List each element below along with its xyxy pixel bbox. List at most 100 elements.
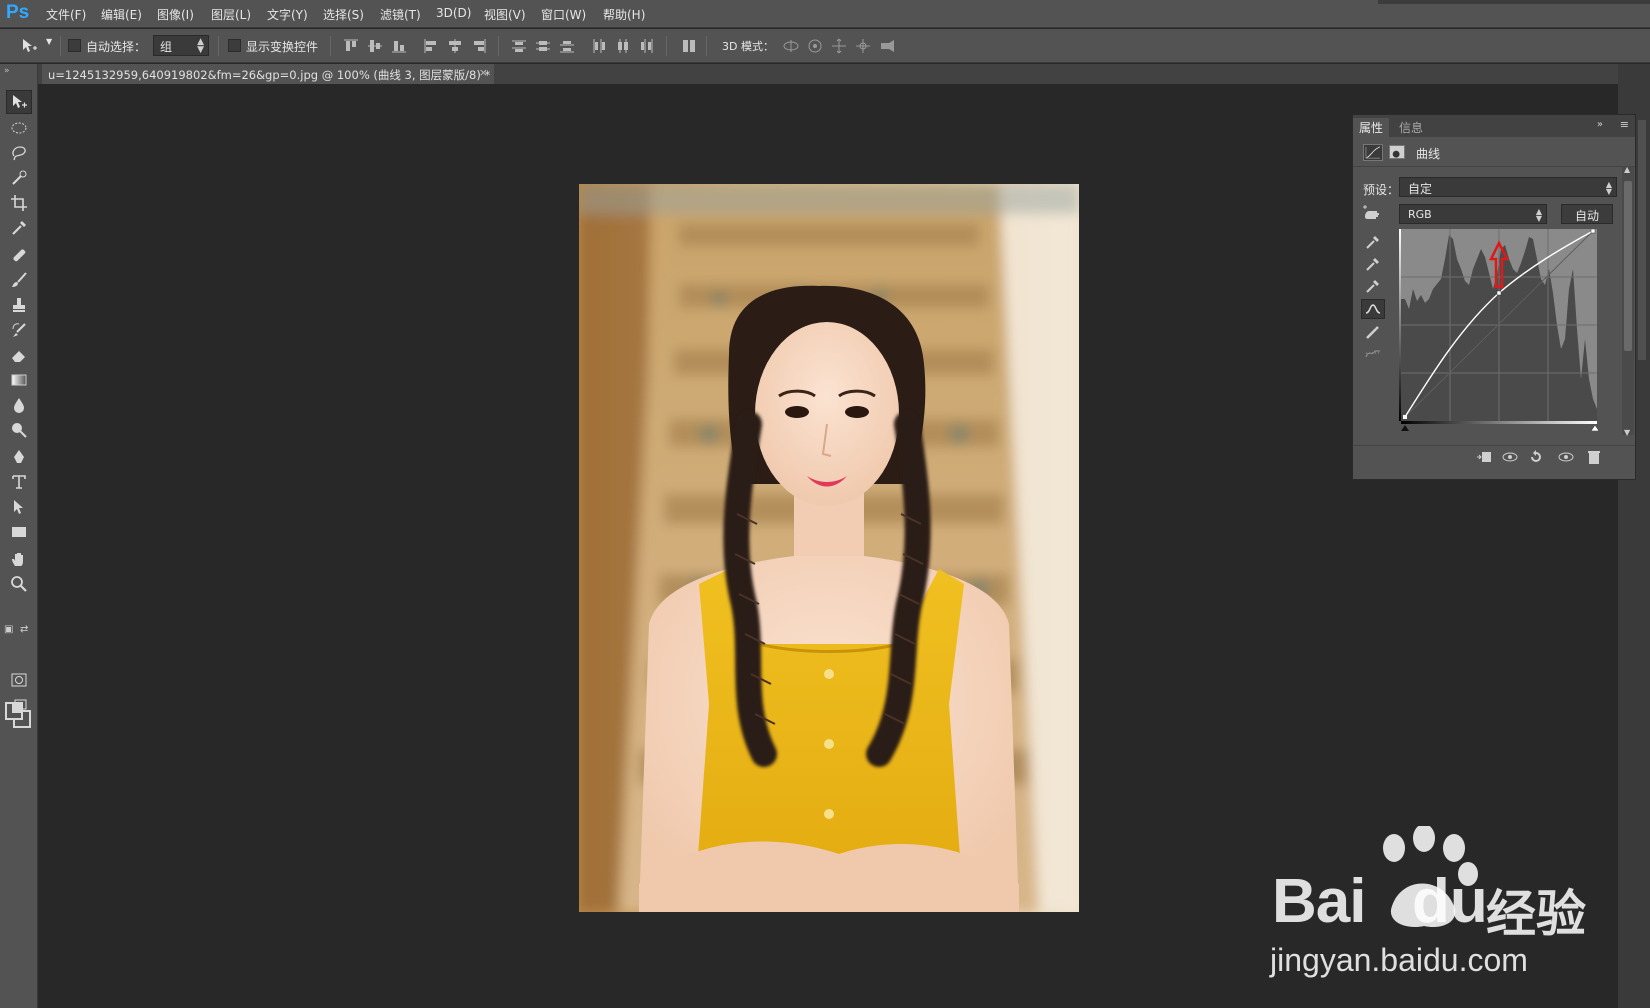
dock-scrollbar[interactable]: [1638, 120, 1646, 360]
auto-align-icon[interactable]: [680, 37, 698, 55]
white-point-eyedropper-icon[interactable]: [1361, 276, 1385, 296]
document-image[interactable]: [579, 184, 1079, 912]
draw-curve-pencil-icon[interactable]: [1361, 322, 1385, 342]
document-tab[interactable]: u=1245132959,640919802&fm=26&gp=0.jpg @ …: [42, 64, 494, 84]
scroll-down-icon[interactable]: ▼: [1624, 428, 1630, 437]
document-tab-title: u=1245132959,640919802&fm=26&gp=0.jpg @ …: [48, 68, 491, 82]
3d-roll-icon[interactable]: [806, 37, 824, 55]
scroll-up-icon[interactable]: ▲: [1624, 165, 1630, 174]
crop-tool-icon[interactable]: [6, 191, 32, 215]
align-top-icon[interactable]: [342, 37, 360, 55]
brush-tool-icon[interactable]: [6, 268, 32, 292]
healing-brush-tool-icon[interactable]: [6, 243, 32, 267]
history-brush-tool-icon[interactable]: [6, 318, 32, 342]
trash-icon[interactable]: [1585, 449, 1603, 465]
auto-button[interactable]: 自动: [1561, 204, 1613, 224]
pen-tool-icon[interactable]: [6, 445, 32, 469]
align-hcenter-icon[interactable]: [446, 37, 464, 55]
edit-points-curve-icon[interactable]: [1361, 299, 1385, 319]
gradient-tool-icon[interactable]: [6, 368, 32, 392]
curves-graph[interactable]: [1399, 229, 1603, 431]
menu-layer[interactable]: 图层(L): [211, 6, 251, 23]
properties-footer: [1353, 445, 1635, 467]
select-arrows-icon: ▲ ▼: [1605, 180, 1612, 196]
portrait-photo: [579, 184, 1079, 912]
move-tool-preset-icon[interactable]: [20, 37, 38, 55]
swap-colors-icon[interactable]: ⇄: [20, 624, 28, 635]
watermark-jingyan: 经验: [1486, 885, 1586, 943]
separator: [706, 36, 707, 56]
3d-pan-icon[interactable]: [830, 37, 848, 55]
channel-dropdown[interactable]: RGB ▲ ▼: [1399, 204, 1547, 224]
menu-select[interactable]: 选择(S): [323, 6, 364, 23]
marquee-tool-icon[interactable]: [6, 116, 32, 140]
distribute-right-icon[interactable]: [638, 37, 656, 55]
distribute-left-icon[interactable]: [590, 37, 608, 55]
auto-select-checkbox[interactable]: [68, 39, 81, 52]
clone-stamp-tool-icon[interactable]: [6, 293, 32, 317]
hand-tool-icon[interactable]: [6, 547, 32, 571]
align-bottom-icon[interactable]: [390, 37, 408, 55]
menu-view[interactable]: 视图(V): [484, 6, 526, 23]
show-transform-checkbox[interactable]: [228, 39, 241, 52]
auto-select-target-dropdown[interactable]: 组 ▲ ▼: [153, 35, 209, 56]
menu-3d[interactable]: 3D(D): [436, 6, 471, 20]
on-image-adjust-icon[interactable]: [1361, 203, 1385, 225]
gray-point-eyedropper-icon[interactable]: [1361, 254, 1385, 274]
menu-edit[interactable]: 编辑(E): [101, 6, 142, 23]
path-selection-tool-icon[interactable]: [6, 495, 32, 519]
3d-slide-icon[interactable]: [854, 37, 872, 55]
select-arrows-icon: ▲ ▼: [1535, 207, 1542, 223]
auto-select-label: 自动选择：: [86, 40, 147, 54]
screen-mode-icon[interactable]: [6, 694, 32, 718]
align-vcenter-icon[interactable]: [366, 37, 384, 55]
lasso-tool-icon[interactable]: [6, 141, 32, 165]
default-colors-icon[interactable]: ▣: [4, 624, 13, 635]
distribute-vcenter-icon[interactable]: [534, 37, 552, 55]
curve-control-point: [1496, 290, 1502, 296]
panel-menu-icon[interactable]: ≡: [1620, 118, 1629, 131]
quick-mask-icon[interactable]: [6, 668, 32, 692]
type-tool-icon[interactable]: [6, 470, 32, 494]
align-left-icon[interactable]: [422, 37, 440, 55]
dodge-tool-icon[interactable]: [6, 418, 32, 442]
clip-to-layer-icon[interactable]: [1475, 449, 1493, 465]
3d-rotate-icon[interactable]: [782, 37, 800, 55]
align-right-icon[interactable]: [470, 37, 488, 55]
menu-help[interactable]: 帮助(H): [603, 6, 645, 23]
distribute-bottom-icon[interactable]: [558, 37, 576, 55]
menu-file[interactable]: 文件(F): [46, 6, 86, 23]
menu-filter[interactable]: 滤镜(T): [380, 6, 421, 23]
distribute-hcenter-icon[interactable]: [614, 37, 632, 55]
properties-panel-tabs: 属性 信息 » ≡: [1353, 115, 1635, 137]
close-icon[interactable]: ×: [479, 66, 488, 79]
chevron-down-icon[interactable]: ▼: [46, 37, 52, 46]
menu-image[interactable]: 图像(I): [157, 6, 194, 23]
tab-info[interactable]: 信息: [1393, 118, 1429, 137]
tools-panel: » ▣ ⇄: [0, 64, 38, 1008]
properties-scrollbar[interactable]: ▲ ▼: [1622, 165, 1634, 437]
menu-type[interactable]: 文字(Y): [267, 6, 308, 23]
distribute-top-icon[interactable]: [510, 37, 528, 55]
quick-selection-tool-icon[interactable]: [6, 166, 32, 190]
zoom-tool-icon[interactable]: [6, 572, 32, 596]
curves-adjustment-icon[interactable]: [1363, 144, 1383, 161]
scroll-thumb[interactable]: [1624, 181, 1632, 351]
visibility-icon[interactable]: [1557, 449, 1575, 465]
move-tool-icon[interactable]: [6, 90, 32, 114]
reset-icon[interactable]: [1527, 449, 1545, 465]
rectangle-tool-icon[interactable]: [6, 520, 32, 544]
collapse-panel-icon[interactable]: »: [1597, 119, 1603, 130]
smooth-curve-icon[interactable]: [1361, 343, 1385, 363]
black-point-eyedropper-icon[interactable]: [1361, 232, 1385, 252]
blur-tool-icon[interactable]: [6, 393, 32, 417]
layer-mask-icon[interactable]: [1389, 145, 1405, 159]
preset-dropdown[interactable]: 自定 ▲ ▼: [1399, 177, 1617, 197]
3d-scale-icon[interactable]: [878, 37, 896, 55]
eraser-tool-icon[interactable]: [6, 343, 32, 367]
menu-window[interactable]: 窗口(W): [541, 6, 586, 23]
view-previous-state-icon[interactable]: [1501, 449, 1519, 465]
tab-properties[interactable]: 属性: [1353, 118, 1390, 137]
eyedropper-tool-icon[interactable]: [6, 216, 32, 240]
toolbar-expand-icon[interactable]: »: [4, 66, 10, 76]
